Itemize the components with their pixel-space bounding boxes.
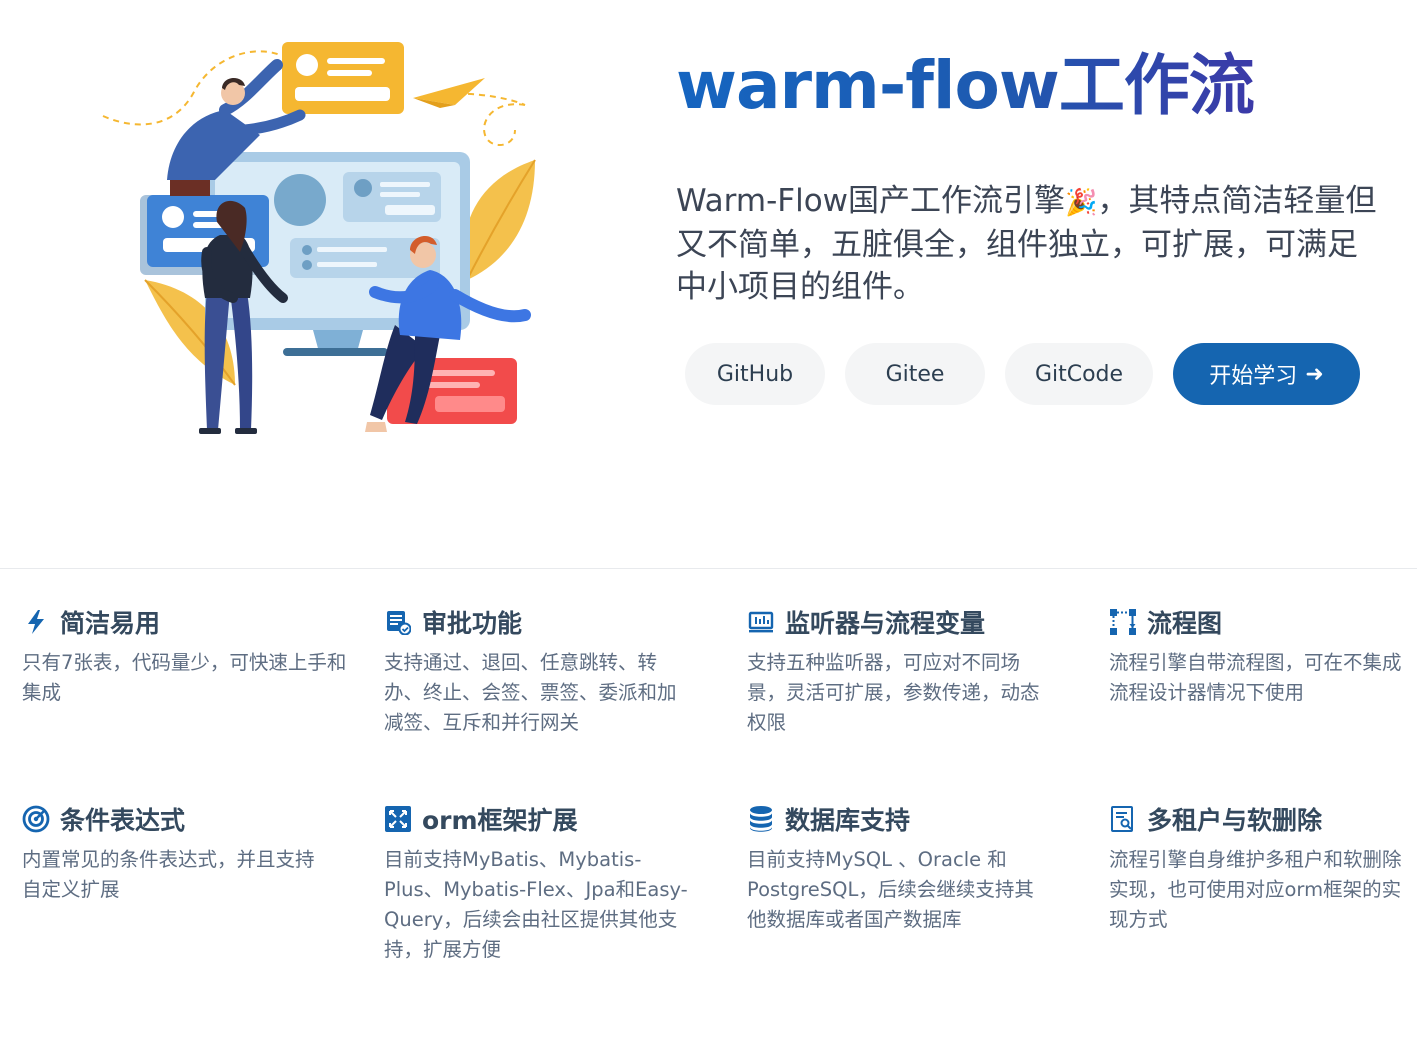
tenant-doc-icon: [1109, 805, 1137, 833]
github-button[interactable]: GitHub: [685, 343, 825, 405]
feature-desc: 流程引擎自身维护多租户和软删除实现，也可使用对应orm框架的实现方式: [1109, 848, 1402, 931]
feature-title: 流程图: [1147, 609, 1223, 638]
feature-card-approval: 审批功能 支持通过、退回、任意跳转、转办、终止、会签、票签、委派和加减签、互斥和…: [384, 600, 689, 738]
feature-card-simple: 简洁易用 只有7张表，代码量少，可快速上手和集成: [22, 600, 352, 708]
feature-title: 多租户与软删除: [1147, 806, 1323, 835]
flowchart-icon: [1109, 608, 1137, 636]
gitcode-button[interactable]: GitCode: [1005, 343, 1153, 405]
feature-desc: 支持五种监听器，可应对不同场景，灵活可扩展，参数传递，动态权限: [747, 651, 1040, 734]
hero-illustration: [102, 42, 536, 434]
feature-card-tenant: 多租户与软删除 流程引擎自身维护多租户和软删除实现，也可使用对应orm框架的实现…: [1109, 797, 1414, 935]
feature-title: 监听器与流程变量: [785, 609, 986, 638]
hero-section: warm-flow工作流 Warm-Flow国产工作流引擎🎉，其特点简洁轻量但又…: [0, 0, 1417, 568]
monitor-icon: [747, 608, 775, 636]
feature-card-condition: 条件表达式 内置常见的条件表达式，并且支持自定义扩展: [22, 797, 327, 905]
hero-actions: GitHub Gitee GitCode 开始学习 ➜: [685, 343, 1360, 405]
feature-desc: 流程引擎自带流程图，可在不集成流程设计器情况下使用: [1109, 651, 1402, 704]
hero-title: warm-flow工作流: [676, 40, 1396, 132]
feature-desc: 目前支持MySQL 、Oracle 和PostgreSQL，后续会继续支持其他数…: [747, 848, 1034, 931]
feature-title: 条件表达式: [60, 806, 186, 835]
feature-desc: 目前支持MyBatis、Mybatis-Plus、Mybatis-Flex、Jp…: [384, 848, 688, 961]
start-learning-button[interactable]: 开始学习 ➜: [1173, 343, 1360, 405]
lightning-icon: [22, 608, 50, 636]
hero-text: warm-flow工作流 Warm-Flow国产工作流引擎🎉，其特点简洁轻量但又…: [676, 40, 1396, 308]
feature-card-listener: 监听器与流程变量 支持五种监听器，可应对不同场景，灵活可扩展，参数传递，动态权限: [747, 600, 1052, 738]
feature-title: 简洁易用: [60, 609, 161, 638]
tagline-text-before: Warm-Flow国产工作流引擎: [676, 183, 1066, 219]
feature-card-database: 数据库支持 目前支持MySQL 、Oracle 和PostgreSQL，后续会继…: [747, 797, 1052, 935]
gitee-button[interactable]: Gitee: [845, 343, 985, 405]
feature-title: 审批功能: [422, 609, 523, 638]
feature-desc: 内置常见的条件表达式，并且支持自定义扩展: [22, 848, 315, 901]
feature-title: 数据库支持: [785, 806, 911, 835]
condition-icon: [22, 805, 50, 833]
arrow-right-icon: ➜: [1305, 361, 1324, 387]
feature-title: orm框架扩展: [422, 806, 578, 835]
section-divider: [0, 568, 1417, 569]
feature-card-orm: orm框架扩展 目前支持MyBatis、Mybatis-Plus、Mybatis…: [384, 797, 689, 965]
start-learning-label: 开始学习: [1209, 364, 1298, 389]
hero-tagline: Warm-Flow国产工作流引擎🎉，其特点简洁轻量但又不简单，五脏俱全，组件独立…: [676, 180, 1386, 308]
database-icon: [747, 805, 775, 833]
feature-desc: 只有7张表，代码量少，可快速上手和集成: [22, 651, 347, 704]
expand-icon: [384, 805, 412, 833]
feature-card-flowchart: 流程图 流程引擎自带流程图，可在不集成流程设计器情况下使用: [1109, 600, 1409, 708]
feature-desc: 支持通过、退回、任意跳转、转办、终止、会签、票签、委派和加减签、互斥和并行网关: [384, 651, 677, 734]
party-popper-icon: 🎉: [1065, 188, 1098, 218]
approval-doc-icon: [384, 608, 412, 636]
